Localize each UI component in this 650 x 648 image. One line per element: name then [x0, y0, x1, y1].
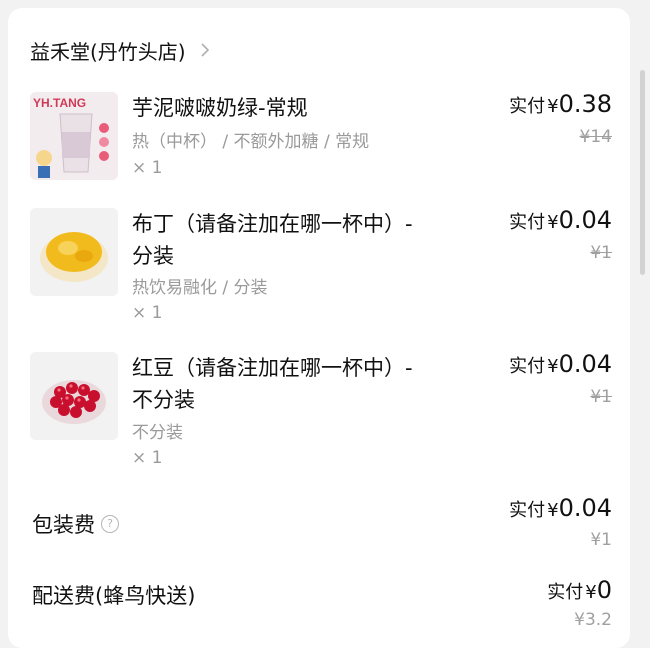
packaging-fee-row: 包装费 ? [32, 509, 119, 539]
store-header[interactable]: 益禾堂(丹竹头店) [30, 34, 212, 66]
item-quantity: × 1 [132, 158, 163, 178]
item-name-line2: 不分装 [132, 388, 195, 412]
packaging-fee-label: 包装费 [32, 513, 95, 537]
item-paid-price: 实付 ¥0.04 [509, 206, 612, 234]
brand-logo-text: YH.TANG [33, 96, 86, 110]
item-name: 芋泥啵啵奶绿-常规 [132, 96, 308, 120]
item-original-price: ¥1 [590, 387, 612, 407]
item-original-price: ¥14 [579, 127, 612, 147]
chevron-right-icon [201, 43, 209, 57]
packaging-paid-price: 实付 ¥0.04 [509, 494, 612, 522]
packaging-original-price: ¥1 [590, 530, 612, 550]
product-image-pudding[interactable] [30, 208, 118, 296]
item-name: 红豆（请备注加在哪一杯中）- 不分装 [132, 352, 482, 416]
item-quantity: × 1 [132, 303, 163, 323]
item-paid-price: 实付 ¥0.04 [509, 350, 612, 378]
item-name-line1: 布丁（请备注加在哪一杯中）- [132, 212, 413, 236]
product-image-taro-milk-tea[interactable]: YH.TANG [30, 92, 118, 180]
item-spec: 热（中杯） / 不额外加糖 / 常规 [132, 132, 370, 152]
item-name-line2: 分装 [132, 244, 174, 268]
item-spec: 热饮易融化 / 分装 [132, 278, 268, 298]
store-name: 益禾堂(丹竹头店) [30, 39, 186, 64]
item-original-price: ¥1 [590, 243, 612, 263]
product-image-red-bean[interactable] [30, 352, 118, 440]
delivery-fee-label: 配送费(蜂鸟快送) [32, 584, 196, 608]
item-paid-price: 实付 ¥0.38 [509, 90, 612, 118]
item-quantity: × 1 [132, 448, 163, 468]
item-name-line1: 红豆（请备注加在哪一杯中）- [132, 356, 413, 380]
delivery-original-price: ¥3.2 [574, 610, 612, 630]
help-circle-icon[interactable]: ? [101, 515, 119, 533]
item-spec: 不分装 [132, 423, 183, 443]
item-name: 布丁（请备注加在哪一杯中）- 分装 [132, 208, 482, 272]
delivery-paid-price: 实付 ¥0 [547, 576, 612, 604]
scrollbar[interactable] [640, 70, 645, 275]
